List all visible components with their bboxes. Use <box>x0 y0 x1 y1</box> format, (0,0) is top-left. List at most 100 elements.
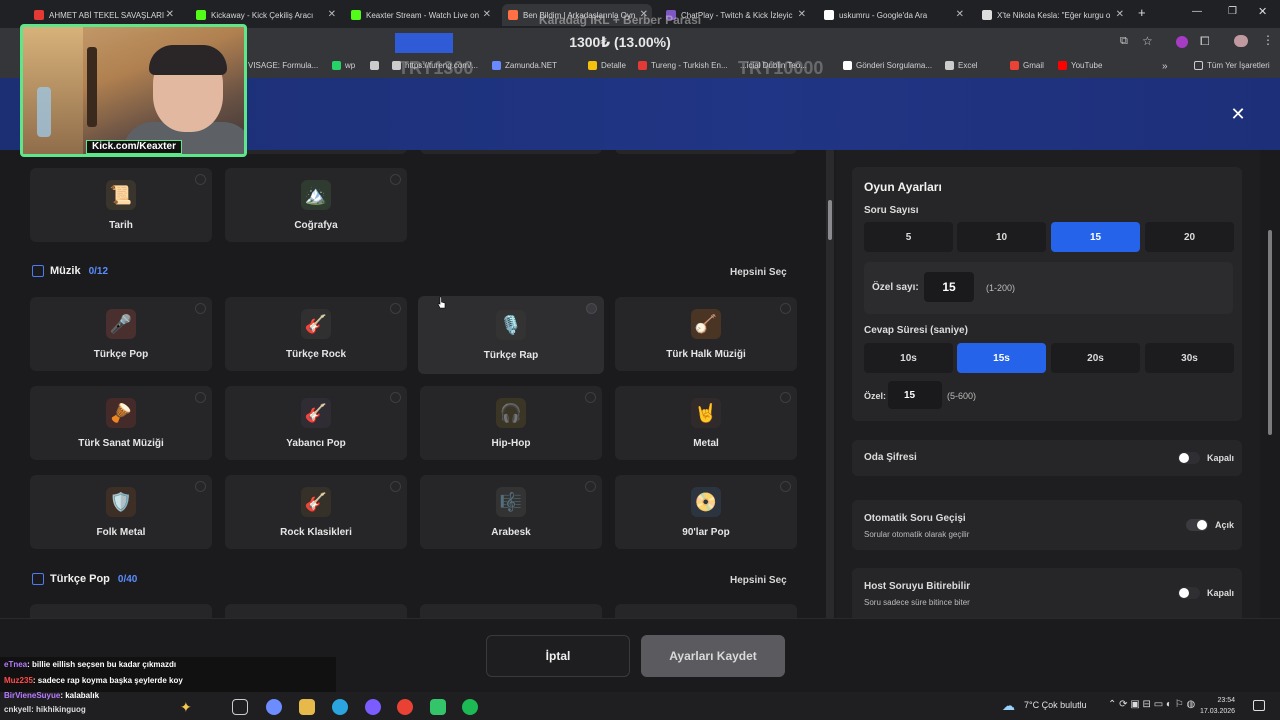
radio-button[interactable] <box>780 481 791 492</box>
minimize-icon[interactable]: — <box>1192 6 1202 17</box>
more-bookmarks-button[interactable]: » <box>1162 61 1168 72</box>
radio-button[interactable] <box>195 303 206 314</box>
category-card-90lar-pop[interactable]: 📀 90'lar Pop <box>615 475 797 549</box>
question-count-option-5[interactable]: 5 <box>864 222 953 252</box>
category-card-yabanci-pop[interactable]: 🎸 Yabancı Pop <box>225 386 407 460</box>
maximize-icon[interactable]: ❐ <box>1228 6 1237 17</box>
category-card[interactable] <box>615 604 797 618</box>
category-card-turk-sanat-muzigi[interactable]: 🪘 Türk Sanat Müziği <box>30 386 212 460</box>
radio-button[interactable] <box>390 303 401 314</box>
category-card[interactable] <box>420 604 602 618</box>
radio-button[interactable] <box>195 174 206 185</box>
close-tab-icon[interactable]: ✕ <box>483 9 491 20</box>
close-window-icon[interactable]: ✕ <box>1258 5 1267 18</box>
select-all-button[interactable]: Hepsini Seç <box>730 267 787 278</box>
category-card-folk-metal[interactable]: 🛡️ Folk Metal <box>30 475 212 549</box>
question-count-option-15[interactable]: 15 <box>1051 222 1140 252</box>
profile-avatar[interactable] <box>1234 35 1248 47</box>
close-tab-icon[interactable]: ✕ <box>328 9 336 20</box>
bookmark[interactable]: Gönderi Sorgulama... <box>843 61 932 70</box>
radio-button[interactable] <box>585 392 596 403</box>
category-card-tarih[interactable]: 📜 Tarih <box>30 168 212 242</box>
category-scrollbar-thumb[interactable] <box>828 200 832 240</box>
chat-message: cnkyell: hikhikinguog <box>4 705 86 714</box>
radio-button[interactable] <box>195 392 206 403</box>
answer-time-option-15s[interactable]: 15s <box>957 343 1046 373</box>
radio-button[interactable] <box>390 481 401 492</box>
category-card-rock-klasikleri[interactable]: 🎸 Rock Klasikleri <box>225 475 407 549</box>
custom-time-input[interactable]: 15 <box>888 381 942 409</box>
host-finish-toggle[interactable] <box>1178 587 1200 599</box>
category-card-arabesk[interactable]: 🎼 Arabesk <box>420 475 602 549</box>
category-card[interactable] <box>225 150 407 154</box>
radio-button[interactable] <box>780 303 791 314</box>
bookmark[interactable]: Excel <box>945 61 978 70</box>
close-tab-icon[interactable]: ✕ <box>956 9 964 20</box>
browser-tab[interactable]: AHMET ABİ TEKEL SAVAŞLARI - ✕ <box>28 4 178 26</box>
category-card[interactable] <box>615 150 797 154</box>
auto-next-toggle[interactable] <box>1186 519 1208 531</box>
category-card[interactable] <box>420 150 602 154</box>
category-card-turkce-pop[interactable]: 🎤 Türkçe Pop <box>30 297 212 371</box>
category-card-metal[interactable]: 🤘 Metal <box>615 386 797 460</box>
bookmark[interactable]: VISAGE: Formula... <box>248 61 318 70</box>
system-tray-icons[interactable]: ⌃ ⟳ ▣ ⊟ ▭ ◐ ⚐ ◍ <box>1108 699 1195 710</box>
room-password-toggle[interactable] <box>1178 452 1200 464</box>
bookmark[interactable]: YouTube <box>1058 61 1102 70</box>
category-card-cografya[interactable]: 🏔️ Coğrafya <box>225 168 407 242</box>
menu-icon[interactable]: ⋮ <box>1262 33 1274 47</box>
star-icon[interactable]: ☆ <box>1142 34 1153 48</box>
browser-tab[interactable]: uskumru - Google'da Ara ✕ <box>818 4 968 26</box>
answer-time-option-20s[interactable]: 20s <box>1051 343 1140 373</box>
question-count-option-20[interactable]: 20 <box>1145 222 1234 252</box>
category-card-hip-hop[interactable]: 🎧 Hip-Hop <box>420 386 602 460</box>
close-tab-icon[interactable]: ✕ <box>1116 9 1124 20</box>
bookmark[interactable]: Tureng - Turkish En... <box>638 61 728 70</box>
answer-time-option-10s[interactable]: 10s <box>864 343 953 373</box>
chrome-icon[interactable] <box>397 699 413 715</box>
all-bookmarks[interactable]: Tüm Yer İşaretleri <box>1194 61 1270 70</box>
radio-button[interactable] <box>586 303 597 314</box>
close-tab-icon[interactable]: ✕ <box>798 9 806 20</box>
task-view-icon[interactable] <box>232 699 248 715</box>
category-panel: 📜 Tarih 🏔️ Coğrafya Müzik 0/12 Hepsini S… <box>15 150 815 618</box>
custom-count-input[interactable]: 15 <box>924 272 974 302</box>
app-icon[interactable] <box>430 699 446 715</box>
select-all-button[interactable]: Hepsini Seç <box>730 575 787 586</box>
browser-tab[interactable]: Kickaway - Kick Çekiliş Aracı ✕ <box>190 4 340 26</box>
question-count-option-10[interactable]: 10 <box>957 222 1046 252</box>
notification-icon[interactable] <box>1253 700 1265 711</box>
browser-tab[interactable]: Keaxter Stream - Watch Live on ✕ <box>345 4 495 26</box>
chat-text: : billie eillish seçsen bu kadar çıkmazd… <box>27 660 177 669</box>
category-card-turkce-rock[interactable]: 🎸 Türkçe Rock <box>225 297 407 371</box>
answer-time-option-30s[interactable]: 30s <box>1145 343 1234 373</box>
bookmark[interactable]: wp <box>332 61 355 70</box>
bookmark[interactable]: Zamunda.NET <box>492 61 557 70</box>
cancel-button[interactable]: İptal <box>486 635 630 677</box>
radio-button[interactable] <box>195 481 206 492</box>
bookmark[interactable]: Gmail <box>1010 61 1044 70</box>
radio-button[interactable] <box>390 174 401 185</box>
discord-icon[interactable] <box>365 699 381 715</box>
file-explorer-icon[interactable] <box>299 699 315 715</box>
extension-icon[interactable] <box>1176 36 1188 48</box>
radio-button[interactable] <box>585 481 596 492</box>
radio-button[interactable] <box>390 392 401 403</box>
extensions-puzzle-icon[interactable]: ⧠ <box>1200 34 1210 49</box>
spotify-icon[interactable] <box>462 699 478 715</box>
save-settings-button[interactable]: Ayarları Kaydet <box>641 635 785 677</box>
radio-button[interactable] <box>780 392 791 403</box>
browser-tab[interactable]: X'te Nikola Kesla: "Eğer kurgu o ✕ <box>976 4 1128 26</box>
copilot-icon[interactable] <box>266 699 282 715</box>
category-card[interactable] <box>30 604 212 618</box>
close-modal-button[interactable]: ✕ <box>1228 104 1248 124</box>
category-card-turk-halk-muzigi[interactable]: 🪕 Türk Halk Müziği <box>615 297 797 371</box>
settings-scrollbar-thumb[interactable] <box>1268 230 1272 435</box>
new-tab-icon[interactable]: + <box>1138 5 1146 20</box>
cast-icon[interactable]: ⧉ <box>1120 35 1128 48</box>
close-tab-icon[interactable]: ✕ <box>166 9 174 20</box>
category-card[interactable] <box>225 604 407 618</box>
bookmark[interactable]: Detalle <box>588 61 626 70</box>
bookmark[interactable] <box>370 61 383 70</box>
edge-icon[interactable] <box>332 699 348 715</box>
